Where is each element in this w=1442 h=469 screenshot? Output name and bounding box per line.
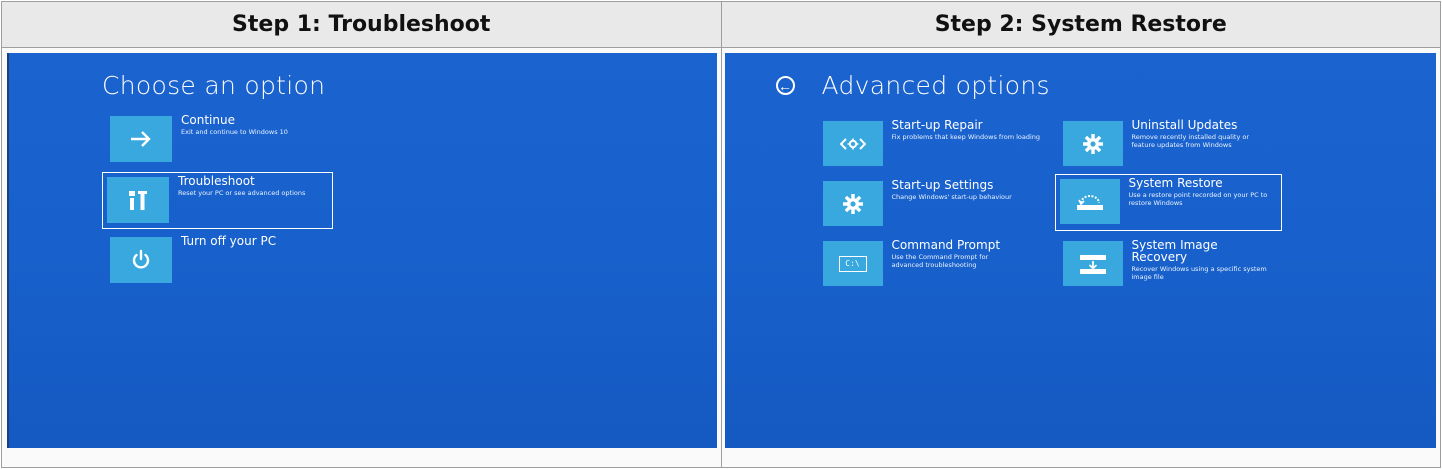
option-label: Command Prompt	[891, 238, 1001, 252]
step-1-screenshot-cell: Choose an option Continue Exit and conti…	[1, 47, 722, 468]
option-troubleshoot[interactable]: Troubleshoot Reset your PC or see advanc…	[102, 172, 333, 229]
step-2-title: Step 2: System Restore	[720, 1, 1441, 48]
option-label: Turn off your PC	[181, 234, 277, 248]
steps-table: Step 1: Troubleshoot Step 2: System Rest…	[1, 1, 1441, 468]
option-description: Use a restore point recorded on your PC …	[1128, 191, 1268, 207]
screen-title: Choose an option	[102, 71, 326, 100]
tools-icon	[107, 177, 169, 223]
option-label: Continue	[181, 113, 235, 127]
option-system-restore[interactable]: System Restore Use a restore point recor…	[1054, 174, 1282, 231]
option-description: Fix problems that keep Windows from load…	[891, 133, 1041, 141]
option-continue[interactable]: Continue Exit and continue to Windows 10	[106, 112, 331, 168]
option-label: Uninstall Updates	[1131, 118, 1238, 132]
option-uninstall-updates[interactable]: Uninstall Updates Remove recently instal…	[1059, 117, 1289, 173]
arrow-right-icon	[110, 116, 172, 162]
option-startup-repair[interactable]: Start-up Repair Fix problems that keep W…	[819, 117, 1049, 173]
option-description: Use the Command Prompt for advanced trou…	[891, 253, 989, 269]
option-description: Exit and continue to Windows 10	[181, 128, 288, 136]
option-description: Recover Windows using a specific system …	[1131, 265, 1267, 281]
system-restore-icon	[1059, 179, 1120, 224]
command-prompt-glyph: C:\	[838, 255, 867, 272]
option-system-image-recovery[interactable]: System Image Recovery Recover Windows us…	[1059, 237, 1289, 293]
choose-an-option-screen: Choose an option Continue Exit and conti…	[7, 53, 717, 448]
command-prompt-icon: C:\	[822, 241, 883, 286]
option-description: Reset your PC or see advanced options	[178, 189, 306, 197]
option-label: Start-up Repair	[891, 118, 983, 132]
gear-icon	[822, 181, 883, 226]
system-image-icon	[1062, 241, 1123, 286]
option-label: System Image Recovery	[1131, 238, 1218, 264]
power-icon	[110, 237, 172, 283]
screen-title: Advanced options	[821, 71, 1050, 100]
step-1-title: Step 1: Troubleshoot	[1, 1, 722, 48]
step-2-screenshot-cell: ← Advanced options Start-up Repair Fix p…	[720, 47, 1441, 468]
gear-icon	[1062, 121, 1123, 166]
advanced-options-screen: ← Advanced options Start-up Repair Fix p…	[724, 53, 1436, 448]
option-startup-settings[interactable]: Start-up Settings Change Windows' start-…	[819, 177, 1049, 233]
option-label: Start-up Settings	[891, 178, 994, 192]
option-description: Change Windows' start-up behaviour	[891, 193, 1012, 201]
startup-repair-icon	[822, 121, 883, 166]
option-turn-off-pc[interactable]: Turn off your PC	[106, 233, 331, 289]
option-label: System Restore	[1128, 176, 1223, 190]
option-command-prompt[interactable]: C:\ Command Prompt Use the Command Promp…	[819, 237, 1049, 293]
option-description: Remove recently installed quality or fea…	[1131, 133, 1250, 149]
option-label: Troubleshoot	[178, 174, 255, 188]
back-arrow-icon[interactable]: ←	[775, 76, 795, 95]
